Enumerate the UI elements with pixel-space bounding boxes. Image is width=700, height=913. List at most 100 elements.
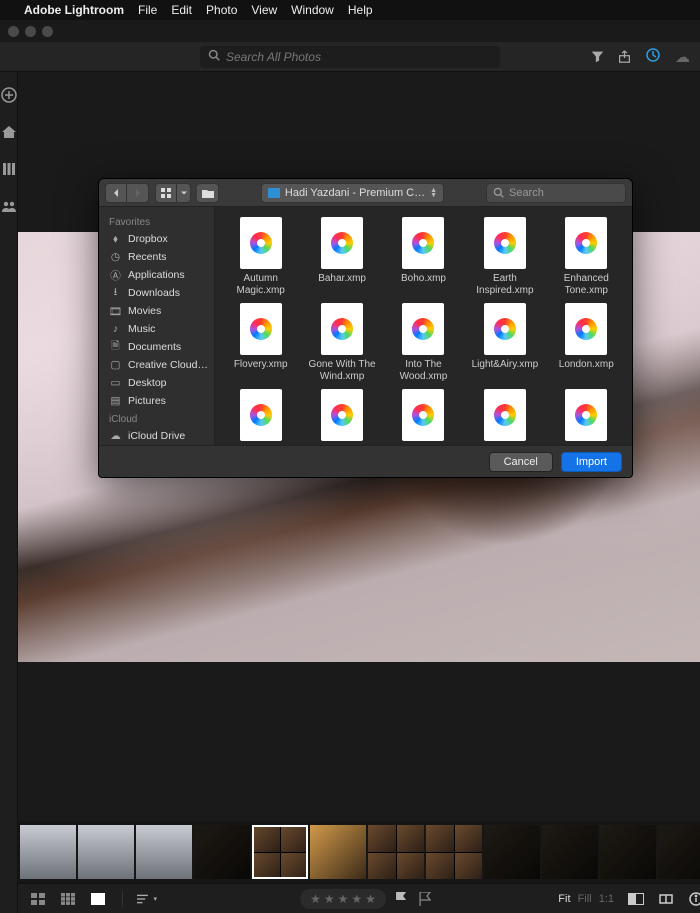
flag-reject-button[interactable]: [416, 890, 434, 908]
path-label: Hadi Yazdani - Premium C…: [285, 187, 425, 199]
sidebar-item-desktop[interactable]: ▭Desktop: [99, 374, 214, 392]
window-minimize-button[interactable]: [25, 26, 36, 37]
sidebar-item-pictures[interactable]: ▤Pictures: [99, 392, 214, 410]
file-item[interactable]: Gone With The Wind.xmp: [302, 303, 381, 383]
zoom-1to1-label[interactable]: 1:1: [599, 893, 614, 905]
filmstrip-thumb[interactable]: [20, 825, 76, 879]
file-grid[interactable]: Autumn Magic.xmp Bahar.xmp Boho.xmp Eart…: [215, 207, 632, 445]
my-photos-icon[interactable]: [0, 160, 17, 177]
photo-canvas[interactable]: Hadi Yazdani - Premium C… ▲▼ Search Favo…: [18, 72, 700, 821]
sidebar-item-music[interactable]: ♪Music: [99, 320, 214, 338]
filmstrip-thumb[interactable]: [542, 825, 598, 879]
path-dropdown[interactable]: Hadi Yazdani - Premium C… ▲▼: [261, 183, 444, 203]
filmstrip-thumb[interactable]: [426, 825, 482, 879]
filmstrip-thumb[interactable]: [658, 825, 700, 879]
sidebar-item-downloads[interactable]: ⭳Downloads: [99, 284, 214, 302]
filmstrip-thumb[interactable]: [484, 825, 540, 879]
menu-photo[interactable]: Photo: [206, 3, 237, 17]
import-button[interactable]: Import: [561, 452, 622, 472]
applications-icon: Ⓐ: [109, 270, 122, 281]
xmp-file-icon: [321, 389, 363, 441]
filmstrip-thumb[interactable]: [136, 825, 192, 879]
filmstrip[interactable]: [18, 821, 700, 883]
xmp-file-icon: [565, 389, 607, 441]
window-close-button[interactable]: [8, 26, 19, 37]
sidebar-header-icloud: iCloud: [99, 410, 214, 427]
nav-forward-button[interactable]: [127, 183, 149, 203]
sidebar-item-creative-cloud[interactable]: ▢Creative Cloud…: [99, 356, 214, 374]
photo-grid-view-button[interactable]: [28, 891, 48, 907]
search-icon: [208, 49, 220, 64]
star-rating[interactable]: ★★★★★: [300, 889, 386, 909]
bottom-bar: ▾ ★★★★★ Fit Fill 1:1: [18, 883, 700, 913]
filter-icon[interactable]: [591, 50, 604, 63]
xmp-file-icon: [321, 303, 363, 355]
zoom-fit-fill[interactable]: Fit Fill 1:1: [556, 893, 616, 905]
sidebar-item-recents[interactable]: ◷Recents: [99, 248, 214, 266]
file-item[interactable]: Nostalogia.xmp: [384, 389, 463, 445]
sidebar-item-applications[interactable]: ⒶApplications: [99, 266, 214, 284]
filmstrip-thumb[interactable]: [368, 825, 424, 879]
file-item[interactable]: Flovery.xmp: [221, 303, 300, 383]
show-original-button[interactable]: [626, 891, 646, 907]
file-item[interactable]: Old Day - Refine.xmp: [465, 389, 544, 445]
file-item[interactable]: Boho.xmp: [384, 217, 463, 297]
folder-icon: [268, 188, 280, 198]
window-zoom-button[interactable]: [42, 26, 53, 37]
flag-pick-button[interactable]: [392, 890, 410, 908]
sharing-icon[interactable]: [0, 197, 17, 214]
square-grid-view-button[interactable]: [58, 891, 78, 907]
home-icon[interactable]: [0, 123, 17, 140]
nav-back-button[interactable]: [105, 183, 127, 203]
group-button: [197, 183, 219, 203]
info-button[interactable]: [686, 891, 700, 907]
filmstrip-thumb[interactable]: [310, 825, 366, 879]
filmstrip-toggle-button[interactable]: [656, 891, 676, 907]
dialog-toolbar: Hadi Yazdani - Premium C… ▲▼ Search: [99, 179, 632, 207]
sidebar-item-documents[interactable]: 🗎Documents: [99, 338, 214, 356]
xmp-file-icon: [321, 217, 363, 269]
filmstrip-thumb[interactable]: [252, 825, 308, 879]
cloud-sync-icon[interactable]: [645, 47, 661, 67]
detail-view-button[interactable]: [88, 891, 108, 907]
file-item[interactable]: Night Out.xmp: [302, 389, 381, 445]
file-item[interactable]: Narsis.xmp: [221, 389, 300, 445]
sort-button[interactable]: ▾: [137, 891, 157, 907]
arrange-button[interactable]: [197, 183, 219, 203]
dialog-search-input[interactable]: Search: [486, 183, 626, 203]
search-all-photos-input[interactable]: Search All Photos: [200, 46, 500, 68]
star-icon: ★: [365, 892, 376, 906]
view-dropdown-button[interactable]: [177, 183, 191, 203]
menubar-app-name[interactable]: Adobe Lightroom: [24, 3, 124, 17]
icloud-icon: ☁: [109, 431, 122, 442]
cloud-status-icon[interactable]: ☁: [675, 48, 690, 66]
menu-file[interactable]: File: [138, 3, 157, 17]
file-item[interactable]: Bahar.xmp: [302, 217, 381, 297]
cancel-button[interactable]: Cancel: [489, 452, 553, 472]
add-photos-icon[interactable]: [0, 86, 17, 103]
file-item[interactable]: Light&Airy.xmp: [465, 303, 544, 383]
zoom-fill-label[interactable]: Fill: [578, 893, 592, 905]
file-item[interactable]: Autumn Magic.xmp: [221, 217, 300, 297]
menu-help[interactable]: Help: [348, 3, 373, 17]
file-item[interactable]: Enhanced Tone.xmp: [547, 217, 626, 297]
filmstrip-thumb[interactable]: [78, 825, 134, 879]
file-item[interactable]: Into The Wood.xmp: [384, 303, 463, 383]
filmstrip-thumb[interactable]: [194, 825, 250, 879]
menu-edit[interactable]: Edit: [171, 3, 192, 17]
creative-cloud-icon: ▢: [109, 360, 122, 371]
icon-view-button[interactable]: [155, 183, 177, 203]
filmstrip-thumb[interactable]: [600, 825, 656, 879]
zoom-fit-label[interactable]: Fit: [558, 893, 570, 905]
file-item[interactable]: Earth Inspired.xmp: [465, 217, 544, 297]
file-item[interactable]: Old Days - Muted.xmp: [547, 389, 626, 445]
sidebar-item-movies[interactable]: 🎞Movies: [99, 302, 214, 320]
menu-view[interactable]: View: [251, 3, 277, 17]
file-item[interactable]: London.xmp: [547, 303, 626, 383]
nav-back-forward: [105, 183, 149, 203]
chevron-updown-icon: ▲▼: [430, 188, 437, 198]
sidebar-item-icloud-drive[interactable]: ☁iCloud Drive: [99, 427, 214, 445]
share-icon[interactable]: [618, 50, 631, 63]
menu-window[interactable]: Window: [291, 3, 334, 17]
sidebar-item-dropbox[interactable]: ⬧Dropbox: [99, 230, 214, 248]
